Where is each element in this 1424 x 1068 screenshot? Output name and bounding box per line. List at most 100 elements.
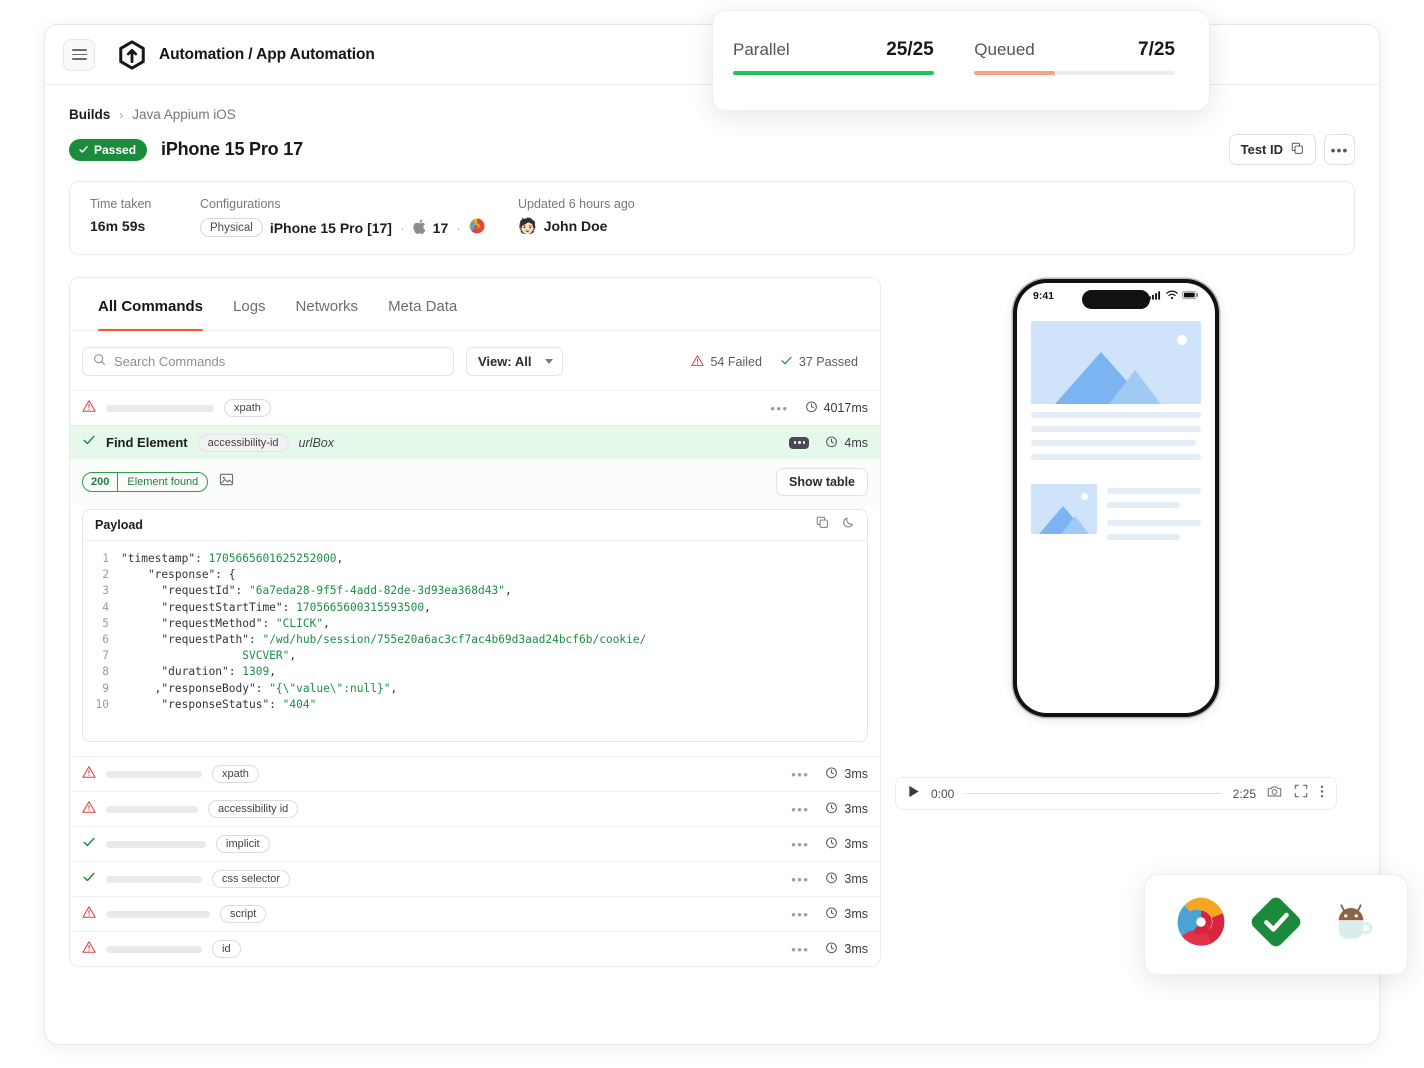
locator-tag: script [220,905,266,923]
stat-parallel-value: 25/25 [886,39,934,61]
table-row-selected[interactable]: Find Element accessibility-id urlBox [70,425,880,459]
check-icon [82,870,96,889]
breadcrumb-current[interactable]: Java Appium iOS [132,107,236,122]
commands-card: All Commands Logs Networks Meta Data [69,277,881,967]
clock-icon [825,766,838,782]
test-id-button[interactable]: Test ID [1229,134,1316,165]
stat-queued-bar-fill [974,71,1054,75]
table-row[interactable]: implicit•••3ms [70,826,880,861]
row-duration: 3ms [825,906,868,922]
payload-code[interactable]: 1"timestamp": 1705665601625252000,2 "res… [83,541,867,741]
browserstack-logo [117,40,147,70]
row-more-icon[interactable]: ••• [791,802,809,817]
tab-bar: All Commands Logs Networks Meta Data [70,278,880,331]
play-icon[interactable] [908,785,920,803]
line-number: 5 [83,616,121,632]
warning-icon [82,765,96,784]
placeholder-text-line [1107,520,1201,526]
configurations-value: Physical iPhone 15 Pro [17] · 17 · [200,218,518,237]
placeholder-text-line [1031,426,1201,432]
show-table-button[interactable]: Show table [776,468,868,496]
vertical-dots-icon[interactable] [1320,784,1324,804]
locator-tag: css selector [212,870,290,888]
passed-count: 37 Passed [780,354,858,370]
fullscreen-icon[interactable] [1294,784,1308,803]
hamburger-icon[interactable] [63,39,95,71]
code-line: 4 "requestStartTime": 170566560031559350… [83,600,867,616]
payload-header: Payload [83,510,867,541]
line-number: 7 [83,648,121,664]
code-text: "requestId": "6a7eda28-9f5f-4add-82de-3d… [121,583,512,599]
row-duration-label: 3ms [844,767,868,781]
passed-count-label: 37 Passed [799,355,858,369]
row-duration-label: 3ms [844,802,868,816]
row-more-icon[interactable]: ••• [791,767,809,782]
row-duration-label: 3ms [844,872,868,886]
moon-icon[interactable] [842,516,855,534]
player-progress-track[interactable] [965,793,1221,795]
configurations-block: Configurations Physical iPhone 15 Pro [1… [200,197,518,237]
player-actions [1267,784,1324,804]
user-name: John Doe [544,218,608,234]
row-duration-label: 3ms [844,907,868,921]
cypress-checkmark-icon [1248,894,1304,955]
table-row[interactable]: xpath ••• 4017ms [70,390,880,425]
row-more-icon[interactable] [789,437,809,449]
command-target: urlBox [299,436,334,450]
search-box[interactable] [82,347,454,376]
row-more-icon[interactable]: ••• [791,872,809,887]
row-more-icon[interactable]: ••• [770,401,788,416]
tab-logs[interactable]: Logs [233,278,266,330]
command-name-placeholder [106,771,202,778]
command-name-placeholder [106,806,198,813]
failed-count-label: 54 Failed [710,355,761,369]
page-content: Builds › Java Appium iOS Passed iPhone 1… [45,85,1379,967]
row-more-icon[interactable]: ••• [791,942,809,957]
search-input[interactable] [114,354,443,369]
filter-row: View: All [70,331,880,390]
row-actions: 4ms [789,435,868,451]
clock-icon [825,836,838,852]
tab-networks[interactable]: Networks [296,278,359,330]
code-text: SVCVER", [121,648,296,664]
row-actions: ••• 3ms [791,871,868,887]
row-duration-label: 4017ms [824,401,868,415]
breadcrumb-builds[interactable]: Builds [69,107,110,122]
copy-icon [1291,142,1304,158]
row-actions: ••• 3ms [791,941,868,957]
row-actions: ••• 4017ms [770,400,868,416]
warning-icon [82,399,96,418]
tab-meta-data[interactable]: Meta Data [388,278,457,330]
mountain-shape-secondary [1061,516,1089,534]
placeholder-text-line [1107,502,1180,508]
camera-icon[interactable] [1267,784,1282,804]
row-duration: 3ms [825,871,868,887]
warning-icon [691,354,704,370]
row-duration: 3ms [825,836,868,852]
video-player-bar: 0:00 2:25 [895,777,1337,810]
placeholder-text-line [1107,488,1201,494]
stat-queued-value: 7/25 [1138,39,1175,61]
row-more-icon[interactable]: ••• [791,837,809,852]
table-row[interactable]: id•••3ms [70,931,880,966]
check-icon [780,354,793,370]
table-row[interactable]: css selector ••• 3ms [70,861,880,896]
warning-icon [82,905,96,924]
row-duration: 3ms [825,941,868,957]
table-row[interactable]: xpath•••3ms [70,756,880,791]
breadcrumb-separator: › [119,108,123,122]
table-row[interactable]: script ••• 3ms [70,896,880,931]
line-number: 8 [83,664,121,680]
view-filter-dropdown[interactable]: View: All [466,347,563,376]
check-icon [78,144,89,155]
mountain-shape-secondary [1109,370,1161,404]
row-more-icon[interactable]: ••• [791,907,809,922]
row-duration-label: 3ms [844,837,868,851]
copy-icon[interactable] [816,516,829,534]
status-badge-label: Passed [94,143,136,157]
tab-all-commands[interactable]: All Commands [98,278,203,330]
table-row[interactable]: accessibility id•••3ms [70,791,880,826]
search-icon [93,353,106,371]
image-icon[interactable] [219,472,234,492]
more-options-button[interactable]: ••• [1324,134,1355,165]
